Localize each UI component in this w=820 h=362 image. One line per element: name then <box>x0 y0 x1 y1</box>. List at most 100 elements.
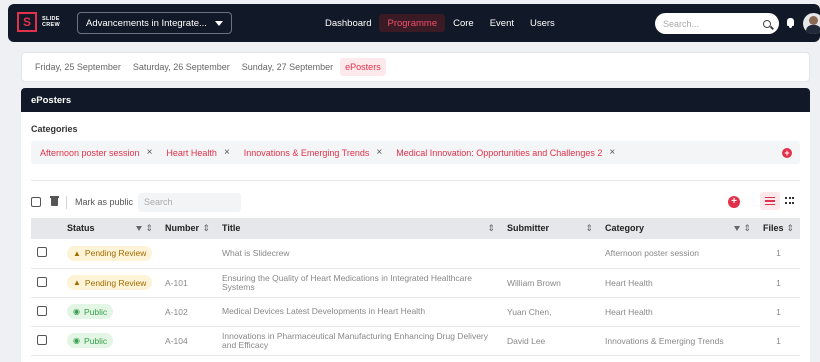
number-cell: A-101 <box>159 268 216 298</box>
avatar-head <box>809 16 818 25</box>
tab-eposters[interactable]: ePosters <box>340 58 386 76</box>
warning-icon: ▲ <box>73 278 81 287</box>
top-navbar: S SLIDE CREW Advancements in Integrate..… <box>8 4 820 42</box>
eye-icon: ◉ <box>73 307 80 316</box>
close-icon[interactable]: × <box>147 147 153 158</box>
files-cell: 1 <box>757 326 800 356</box>
divider <box>31 180 800 181</box>
header-number[interactable]: Number ⇕ <box>159 218 216 239</box>
event-selector[interactable]: Advancements in Integrate... <box>77 12 232 34</box>
warning-icon: ▲ <box>73 248 81 258</box>
logo-mark: S <box>17 12 37 32</box>
search-icon[interactable] <box>763 19 771 28</box>
tab-saturday[interactable]: Saturday, 26 September <box>128 58 235 76</box>
panel-title: ePosters <box>21 88 810 112</box>
header-files[interactable]: Files ⇕ <box>757 218 800 239</box>
header-submitter[interactable]: Submitter ⇕ <box>501 218 599 239</box>
table-header-row: Status ⇕ Number ⇕ Title ⇕ Submitter ⇕ Catego… <box>31 218 800 239</box>
eposters-table: Status ⇕ Number ⇕ Title ⇕ Submitter ⇕ Catego… <box>31 218 800 356</box>
category-chips: Afternoon poster session × Heart Health × … <box>31 141 800 164</box>
row-checkbox[interactable] <box>37 247 47 258</box>
submitter-cell: William Brown <box>501 268 599 298</box>
row-checkbox[interactable] <box>37 305 47 316</box>
number-cell: A-102 <box>159 297 216 327</box>
nav-programme[interactable]: Programme <box>379 14 446 32</box>
category-chip: Afternoon poster session × <box>40 147 153 158</box>
logo-text: SLIDE CREW <box>42 16 61 28</box>
close-icon[interactable]: × <box>224 147 230 158</box>
nav-core[interactable]: Core <box>445 14 482 32</box>
nav-users[interactable]: Users <box>522 14 563 32</box>
files-cell: 1 <box>757 268 800 298</box>
close-icon[interactable]: × <box>609 147 615 158</box>
submitter-cell: David Lee <box>501 326 599 356</box>
select-all-checkbox[interactable] <box>31 197 41 207</box>
table-toolbar: Mark as public Search + <box>31 192 800 212</box>
caret-down-icon <box>215 20 223 26</box>
toolbar-separator <box>66 195 67 209</box>
nav-dashboard[interactable]: Dashboard <box>317 14 379 32</box>
title-cell[interactable]: Medical Devices Latest Developments in H… <box>216 297 501 327</box>
close-icon[interactable]: × <box>376 147 382 158</box>
submitter-cell: Yuan Chen, <box>501 297 599 327</box>
table-row[interactable]: ◉ Public A-102 Medical Devices Latest Dev… <box>31 297 800 327</box>
table-search-input[interactable]: Search <box>138 192 242 212</box>
eposters-panel: ePosters Categories Afternoon poster ses… <box>21 88 810 362</box>
category-cell: Heart Health <box>599 297 757 327</box>
day-tabs: Friday, 25 September Saturday, 26 Septem… <box>21 52 810 82</box>
header-select <box>31 218 61 239</box>
sort-icon[interactable]: ⇕ <box>136 223 153 234</box>
status-badge: ▲ Pending Review <box>67 245 153 261</box>
event-selector-value: Advancements in Integrate... <box>86 17 207 29</box>
title-cell[interactable]: What is Slidecrew <box>216 239 501 269</box>
header-status[interactable]: Status ⇕ <box>61 218 159 239</box>
global-search-placeholder: Search... <box>663 18 700 29</box>
row-checkbox[interactable] <box>37 276 47 287</box>
sort-icon[interactable]: ⇕ <box>585 223 593 234</box>
tab-friday[interactable]: Friday, 25 September <box>30 58 126 76</box>
header-category[interactable]: Category ⇕ <box>599 218 757 239</box>
sort-icon[interactable]: ⇕ <box>487 223 495 234</box>
category-chip: Innovations & Emerging Trends × <box>243 147 383 158</box>
avatar-body <box>806 25 820 34</box>
filter-icon[interactable] <box>136 226 143 232</box>
sort-icon[interactable]: ⇕ <box>786 223 794 234</box>
sort-icon[interactable]: ⇕ <box>734 223 751 234</box>
number-cell <box>159 239 216 269</box>
eye-icon: ◉ <box>73 336 80 345</box>
status-badge: ◉ Public <box>67 304 114 319</box>
submitter-cell <box>501 239 599 269</box>
header-title[interactable]: Title ⇕ <box>216 218 501 239</box>
add-category-button[interactable]: + <box>782 148 792 158</box>
category-cell: Afternoon poster session <box>599 239 757 269</box>
filter-icon[interactable] <box>734 226 741 232</box>
bell-icon[interactable] <box>787 18 794 28</box>
add-poster-button[interactable]: + <box>728 196 740 208</box>
category-cell: Heart Health <box>599 268 757 298</box>
title-cell[interactable]: Innovations in Pharmaceutical Manufactur… <box>216 326 501 356</box>
row-checkbox[interactable] <box>37 334 47 345</box>
user-avatar[interactable] <box>803 13 820 34</box>
app-logo[interactable]: S SLIDE CREW <box>17 12 60 32</box>
number-cell: A-104 <box>159 326 216 356</box>
grid-view-icon[interactable] <box>785 197 795 205</box>
files-cell: 1 <box>757 297 800 327</box>
nav-event[interactable]: Event <box>482 14 522 32</box>
title-cell[interactable]: Ensuring the Quality of Heart Medication… <box>216 268 501 298</box>
sort-icon[interactable]: ⇕ <box>202 223 210 234</box>
global-search-input[interactable]: Search... <box>655 13 779 34</box>
table-row[interactable]: ▲ Pending Review A-101 Ensuring the Quali… <box>31 268 800 298</box>
category-chip: Heart Health × <box>166 147 230 158</box>
tab-sunday[interactable]: Sunday, 27 September <box>237 58 338 76</box>
table-row[interactable]: ▲ Pending Review What is Slidecrew Aftern… <box>31 239 800 269</box>
main-nav: Dashboard Programme Core Event Users <box>317 13 563 33</box>
category-cell: Innovations & Emerging Trends <box>599 326 757 356</box>
list-view-icon[interactable] <box>760 192 780 210</box>
category-chip: Medical Innovation: Opportunities and Ch… <box>396 147 616 158</box>
status-badge: ◉ Public <box>67 333 114 348</box>
table-row[interactable]: ◉ Public A-104 Innovations in Pharmaceuti… <box>31 326 800 356</box>
trash-icon[interactable] <box>50 196 59 206</box>
categories-label: Categories <box>31 124 78 134</box>
files-cell: 1 <box>757 239 800 269</box>
mark-public-button[interactable]: Mark as public <box>75 197 133 207</box>
